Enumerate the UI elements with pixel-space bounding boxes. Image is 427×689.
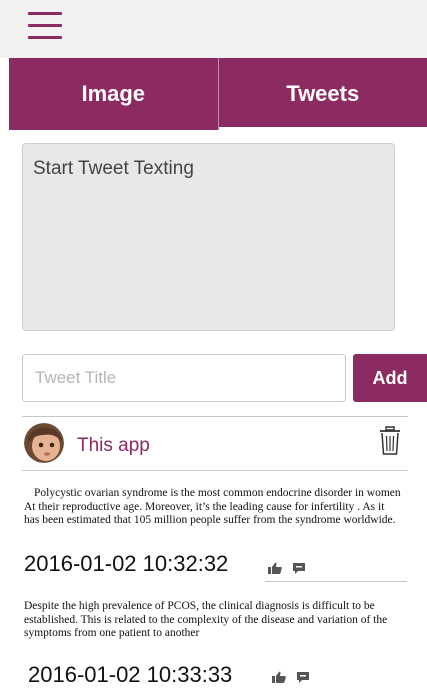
tweet-title-input[interactable]: Tweet Title [22, 354, 346, 402]
tweet-body: Despite the high prevalence of PCOS, the… [24, 600, 388, 639]
tab-tweets[interactable]: Tweets [217, 58, 427, 130]
tweet-body: Polycystic ovarian syndrome is the most … [24, 487, 401, 526]
tab-bar: Image Tweets [9, 58, 427, 130]
divider [22, 470, 408, 471]
add-button[interactable]: Add [353, 354, 427, 402]
tweet-text-area[interactable]: Start Tweet Texting [22, 143, 395, 331]
tweet-timestamp: 2016-01-02 10:33:33 [28, 662, 233, 687]
comment-icon[interactable] [292, 561, 306, 574]
like-icon[interactable] [272, 670, 286, 683]
hamburger-menu-icon[interactable] [28, 12, 62, 40]
divider [22, 416, 408, 417]
avatar [24, 423, 64, 463]
trash-icon[interactable] [378, 426, 402, 456]
tab-image[interactable]: Image [9, 58, 218, 130]
top-bar [0, 0, 427, 58]
like-icon[interactable] [268, 561, 282, 574]
tweet-timestamp: 2016-01-02 10:32:32 [24, 551, 229, 576]
tweet-author: This app [77, 435, 150, 456]
comment-icon[interactable] [296, 670, 310, 683]
divider [265, 581, 407, 582]
